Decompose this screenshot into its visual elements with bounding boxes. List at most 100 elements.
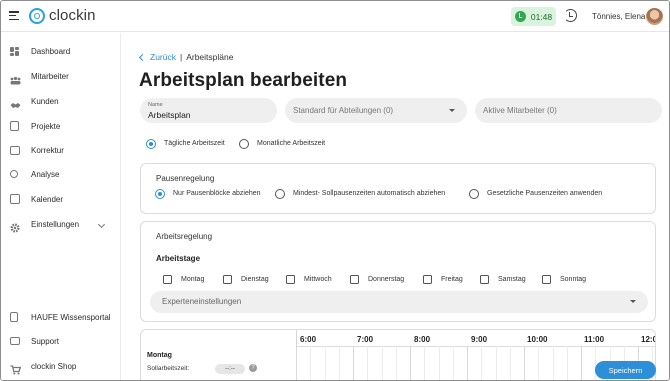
- standard-departments-select[interactable]: Standard für Abteilungen (0): [285, 98, 467, 123]
- hour-label: 8:00: [414, 335, 431, 344]
- avatar[interactable]: [646, 8, 663, 25]
- arbeitsregelung-title: Arbeitsregelung: [156, 232, 213, 241]
- sidebar-item-analyse[interactable]: Analyse: [1, 164, 121, 184]
- checkbox-dienstag[interactable]: [223, 275, 232, 284]
- schedule-day-label: Montag: [147, 352, 172, 359]
- sidebar-item-kunden[interactable]: Kunden: [1, 91, 121, 111]
- chevron-down-icon[interactable]: [97, 220, 106, 228]
- grid-line: [552, 346, 554, 380]
- checkbox-montag-label: Montag: [181, 276, 205, 283]
- arbeitstage-title: Arbeitstage: [156, 254, 201, 263]
- logo-text: clockin: [49, 7, 96, 24]
- checkbox-donnerstag-label: Donnerstag: [368, 276, 405, 283]
- grid-line: [481, 346, 483, 380]
- logo[interactable]: clockin: [29, 7, 96, 24]
- sidebar-item-label: Dashboard: [31, 46, 71, 56]
- breadcrumb: Zurück | Arbeitspläne: [138, 52, 233, 62]
- breadcrumb-separator: |: [179, 52, 183, 62]
- checkbox-donnerstag[interactable]: [350, 275, 359, 284]
- standard-departments-placeholder: Standard für Abteilungen (0): [293, 106, 394, 115]
- main-content: Zurück | Arbeitspläne Arbeitsplan bearbe…: [122, 33, 669, 380]
- menu-icon[interactable]: [9, 11, 19, 21]
- target-time-input[interactable]: --:--: [215, 364, 245, 374]
- save-button[interactable]: Speichern: [595, 361, 656, 379]
- calendar-icon: [10, 194, 20, 204]
- sidebar-item-shop[interactable]: clockin Shop: [1, 356, 121, 376]
- checkbox-mittwoch[interactable]: [286, 275, 295, 284]
- grid-line: [566, 346, 568, 380]
- name-field[interactable]: Name Arbeitsplan: [140, 98, 277, 123]
- hour-label: 10:00: [527, 335, 548, 344]
- grid-line: [524, 346, 525, 380]
- arbeitsregelung-card: Arbeitsregelung Arbeitstage Montag Diens…: [140, 221, 656, 322]
- employees-icon: [10, 72, 21, 84]
- radio-pause-blocks[interactable]: [155, 189, 165, 199]
- gear-icon: [10, 220, 20, 232]
- grid-line: [395, 346, 397, 380]
- expert-settings-placeholder: Experteneinstellungen: [162, 297, 242, 306]
- radio-daily-worktime[interactable]: [146, 139, 156, 149]
- customers-icon: [10, 97, 21, 108]
- radio-daily-label: Tägliche Arbeitszeit: [164, 140, 225, 147]
- checkbox-freitag[interactable]: [423, 275, 432, 284]
- sidebar-item-einstellungen[interactable]: Einstellungen: [1, 214, 121, 234]
- grid-line: [438, 346, 440, 380]
- grid-line: [296, 346, 297, 380]
- sidebar-item-haufe[interactable]: HAUFE Wissensportal: [1, 307, 121, 327]
- history-icon[interactable]: [564, 9, 577, 22]
- pausenregelung-title: Pausenregelung: [156, 174, 215, 183]
- cart-icon: [10, 362, 22, 374]
- sidebar-item-dashboard[interactable]: Dashboard: [1, 41, 121, 61]
- checkbox-sonntag-label: Sonntag: [560, 276, 587, 283]
- checkbox-montag[interactable]: [163, 275, 172, 284]
- sidebar-item-label: Projekte: [31, 121, 61, 131]
- sidebar-item-mitarbeiter[interactable]: Mitarbeiter: [1, 66, 121, 86]
- active-employees-field[interactable]: Aktive Mitarbeiter (0): [475, 98, 662, 123]
- dropdown-caret-icon: [449, 109, 455, 112]
- hour-label: 7:00: [357, 335, 374, 344]
- sidebar-item-support[interactable]: Support: [1, 331, 121, 351]
- sidebar-item-projekte[interactable]: Projekte: [1, 116, 121, 136]
- sidebar: Dashboard Mitarbeiter Kunden Projekte Ko…: [1, 33, 121, 380]
- grid-line: [410, 346, 411, 380]
- projects-icon: [10, 121, 19, 131]
- user-name[interactable]: Tönnies, Elena: [592, 12, 645, 21]
- pausenregelung-card: Pausenregelung Nur Pausenblöcke abziehen…: [140, 163, 656, 214]
- checkbox-sonntag[interactable]: [542, 275, 551, 284]
- sidebar-item-label: Kalender: [31, 194, 64, 204]
- sidebar-item-label: Mitarbeiter: [31, 71, 69, 81]
- active-employees-placeholder: Aktive Mitarbeiter (0): [483, 106, 557, 115]
- checkbox-dienstag-label: Dienstag: [241, 276, 269, 283]
- hour-label: 6:00: [300, 335, 317, 344]
- back-link-label: Zurück: [150, 52, 176, 62]
- timer-value: 01:48: [530, 11, 553, 22]
- sidebar-item-label: Kunden: [31, 96, 59, 106]
- correction-icon: [10, 145, 20, 155]
- back-link[interactable]: Zurück: [138, 52, 176, 62]
- top-bar: clockin 01:48 Tönnies, Elena: [1, 1, 669, 32]
- radio-pause-minimum[interactable]: [275, 189, 285, 199]
- radio-pause-minimum-label: Mindest- Sollpausenzeiten automatisch ab…: [293, 190, 446, 197]
- grid-line: [509, 346, 511, 380]
- hour-label: 11:00: [584, 335, 605, 344]
- schedule-header-line: [296, 346, 655, 347]
- sidebar-item-label: Einstellungen: [31, 219, 80, 229]
- grid-line: [381, 346, 383, 380]
- sidebar-item-label: Analyse: [31, 169, 60, 179]
- radio-pause-legal[interactable]: [469, 189, 479, 199]
- name-field-label: Name: [148, 102, 163, 108]
- dashboard-icon: [10, 46, 20, 56]
- dropdown-caret-icon: [630, 300, 636, 303]
- checkbox-samstag[interactable]: [480, 275, 489, 284]
- timer-button[interactable]: 01:48: [511, 7, 556, 26]
- radio-monthly-worktime[interactable]: [239, 139, 249, 149]
- expert-settings-select[interactable]: Experteneinstellungen: [150, 291, 648, 313]
- checkbox-freitag-label: Freitag: [441, 276, 463, 283]
- info-icon[interactable]: ?: [249, 364, 257, 372]
- sidebar-item-kalender[interactable]: Kalender: [1, 189, 121, 209]
- grid-line: [495, 346, 497, 380]
- book-icon: [10, 312, 18, 322]
- sidebar-item-korrektur[interactable]: Korrektur: [1, 140, 121, 160]
- grid-line: [324, 346, 326, 380]
- checkbox-mittwoch-label: Mittwoch: [304, 276, 332, 283]
